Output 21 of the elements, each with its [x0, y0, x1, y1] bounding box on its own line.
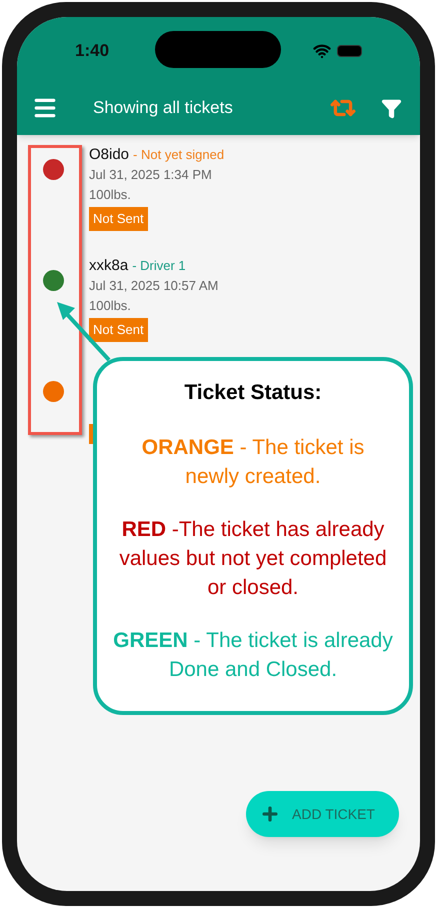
legend-entry: ORANGE - The ticket is newly created. [140, 434, 366, 490]
ticket-date: Jul 31, 2025 10:57 AM [89, 277, 218, 295]
legend-entry: GREEN - The ticket is already Done and Closed. [112, 628, 394, 682]
ticket-id: xxk8a [89, 256, 128, 276]
filter-button[interactable] [381, 98, 402, 118]
ticket-weight: 100lbs. [89, 297, 132, 315]
battery-icon [337, 45, 362, 57]
ticket-date: Jul 31, 2025 1:34 PM [89, 166, 213, 184]
ticket-weight: 100lbs. [89, 186, 132, 204]
ticket-id: O8ido [89, 145, 130, 165]
toolbar-title: Showing all tickets [93, 97, 233, 120]
status-badge: Not Sent [89, 207, 148, 230]
legend-title: Ticket Status: [184, 380, 322, 406]
ticket-note: - Not yet signed [133, 146, 224, 164]
status-badge: Not Sent [89, 318, 148, 342]
status-time: 1:40 [75, 40, 110, 62]
ticket-note: - Driver 1 [132, 257, 186, 275]
wifi-icon [313, 42, 331, 60]
legend-entry: RED -The ticket has already values but not yet completed or closed. [118, 516, 388, 600]
plus-icon [260, 804, 280, 824]
add-ticket-button[interactable]: ADD TICKET [246, 791, 399, 837]
